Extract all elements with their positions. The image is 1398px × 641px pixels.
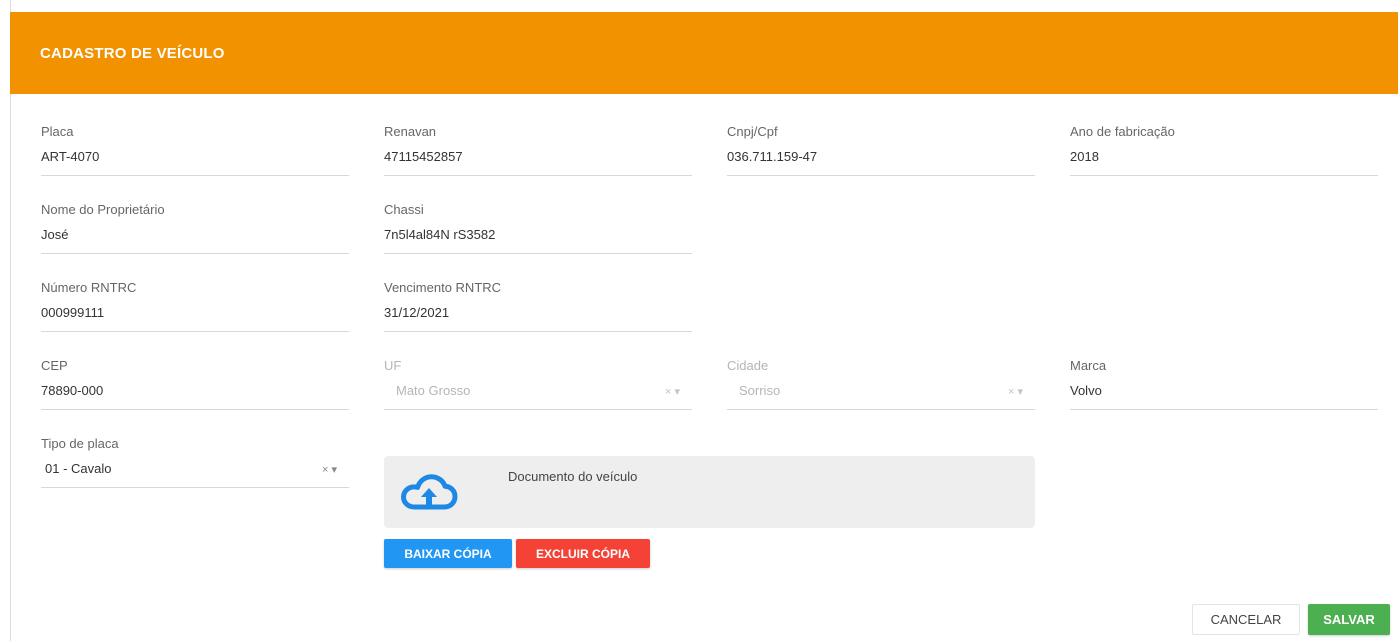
cidade-underline [727,409,1035,410]
ano-fabricacao-label: Ano de fabricação [1070,124,1175,139]
clear-icon[interactable]: × [322,464,328,476]
placa-field[interactable]: Placa ART-4070 [41,124,349,176]
vencimento-rntrc-underline [384,331,692,332]
nome-proprietario-underline [41,253,349,254]
uf-select: UF Mato Grosso × ▾ [384,358,692,410]
cep-underline [41,409,349,410]
marca-underline [1070,409,1378,410]
cep-field[interactable]: CEP 78890-000 [41,358,349,410]
uf-value: Mato Grosso [396,383,471,398]
ano-fabricacao-field[interactable]: Ano de fabricação 2018 [1070,124,1378,176]
clear-icon: × [664,386,672,398]
cep-input[interactable]: 78890-000 [41,383,349,405]
uf-select-controls: × ▾ [665,385,680,398]
marca-label: Marca [1070,358,1107,373]
chevron-down-icon: ▾ [674,386,680,398]
uf-label: UF [384,358,402,373]
vencimento-rntrc-field[interactable]: Vencimento RNTRC 31/12/2021 [384,280,692,332]
form-header: CADASTRO DE VEÍCULO [10,12,1398,94]
cidade-select: Cidade Sorriso × ▾ [727,358,1035,410]
renavan-label: Renavan [384,124,437,139]
save-button[interactable]: SALVAR [1308,604,1390,635]
cep-label: CEP [41,358,68,373]
marca-input[interactable]: Volvo [1070,383,1378,405]
renavan-input[interactable]: 47115452857 [384,149,692,171]
tipo-placa-value[interactable]: 01 - Cavalo [41,461,349,483]
numero-rntrc-label: Número RNTRC [41,280,137,295]
clear-icon: × [1007,386,1015,398]
download-copy-button[interactable]: BAIXAR CÓPIA [384,539,512,568]
cnpj-cpf-input[interactable]: 036.711.159-47 [727,149,1035,171]
chassi-input[interactable]: 7n5l4al84N rS3582 [384,227,692,249]
renavan-underline [384,175,692,176]
uf-underline [384,409,692,410]
tipo-placa-select[interactable]: Tipo de placa 01 - Cavalo × ▾ [41,436,349,488]
tipo-placa-label: Tipo de placa [41,436,119,451]
numero-rntrc-input[interactable]: 000999111 [41,305,349,327]
nome-proprietario-input[interactable]: José [41,227,349,249]
nome-proprietario-field[interactable]: Nome do Proprietário José [41,202,349,254]
ano-fabricacao-input[interactable]: 2018 [1070,149,1378,171]
ano-fabricacao-underline [1070,175,1378,176]
cidade-label: Cidade [727,358,769,373]
cnpj-cpf-field[interactable]: Cnpj/Cpf 036.711.159-47 [727,124,1035,176]
marca-field[interactable]: Marca Volvo [1070,358,1378,410]
delete-copy-button[interactable]: EXCLUIR CÓPIA [516,539,650,568]
tipo-placa-select-controls[interactable]: × ▾ [322,463,337,476]
vencimento-rntrc-input[interactable]: 31/12/2021 [384,305,692,327]
renavan-field[interactable]: Renavan 47115452857 [384,124,692,176]
numero-rntrc-field[interactable]: Número RNTRC 000999111 [41,280,349,332]
chassi-underline [384,253,692,254]
cnpj-cpf-underline [727,175,1035,176]
placa-underline [41,175,349,176]
cidade-value: Sorriso [739,383,781,398]
chevron-down-icon: ▾ [1017,386,1023,398]
placa-label: Placa [41,124,74,139]
chevron-down-icon[interactable]: ▾ [331,464,337,476]
chassi-field[interactable]: Chassi 7n5l4al84N rS3582 [384,202,692,254]
upload-label: Documento do veículo [508,469,638,484]
cidade-select-controls: × ▾ [1008,385,1023,398]
chassi-label: Chassi [384,202,424,217]
page-title: CADASTRO DE VEÍCULO [40,45,225,62]
cancel-button[interactable]: CANCELAR [1192,604,1300,635]
tipo-placa-underline [41,487,349,488]
cloud-upload-icon[interactable] [400,474,458,510]
document-upload-area[interactable]: Documento do veículo [384,456,1035,528]
placa-input[interactable]: ART-4070 [41,149,349,171]
vencimento-rntrc-label: Vencimento RNTRC [384,280,502,295]
numero-rntrc-underline [41,331,349,332]
nome-proprietario-label: Nome do Proprietário [41,202,165,217]
cnpj-cpf-label: Cnpj/Cpf [727,124,778,139]
